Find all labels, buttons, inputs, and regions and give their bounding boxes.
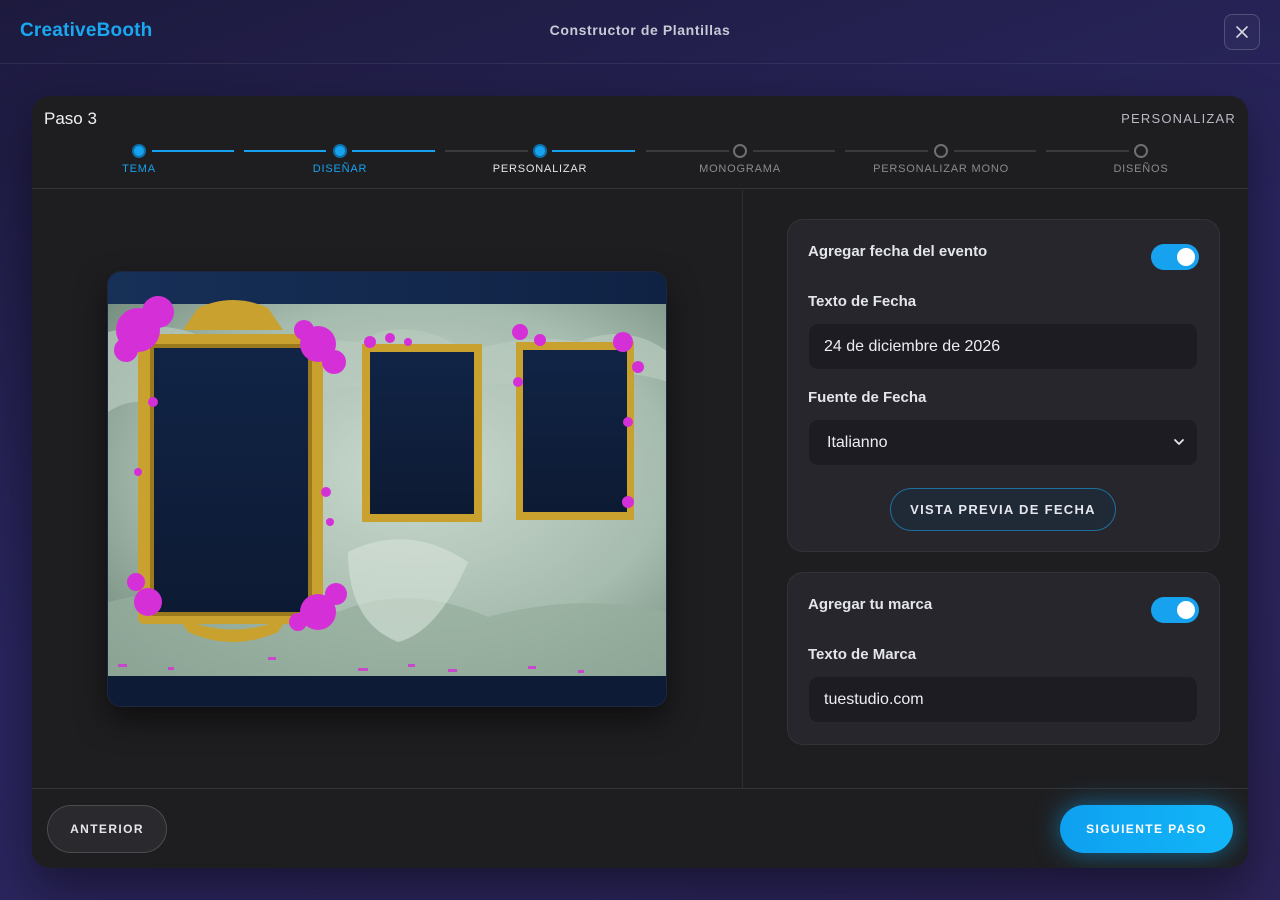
brand-toggle[interactable]: [1151, 597, 1199, 623]
template-builder-panel: Paso 3 PERSONALIZAR TEMA DISEÑAR PERSONA…: [32, 96, 1248, 868]
template-preview-image: [108, 272, 666, 706]
step-label-monograma[interactable]: MONOGRAMA: [640, 163, 840, 175]
step-label-disenos[interactable]: DISEÑOS: [1041, 163, 1241, 175]
stepper-line: [352, 150, 435, 152]
step-label-personalizar[interactable]: PERSONALIZAR: [440, 163, 640, 175]
stepper-line: [954, 150, 1036, 152]
stepper-line: [152, 150, 234, 152]
step-dot-disenar[interactable]: [333, 144, 347, 158]
panel-header: Paso 3 PERSONALIZAR TEMA DISEÑAR PERSONA…: [32, 96, 1248, 189]
top-bar: CreativeBooth Constructor de Plantillas: [0, 0, 1280, 64]
date-toggle[interactable]: [1151, 244, 1199, 270]
step-label-personalizar-mono[interactable]: PERSONALIZAR MONO: [841, 163, 1041, 175]
date-font-label: Fuente de Fecha: [808, 389, 927, 406]
brand-card: Agregar tu marca Texto de Marca: [787, 572, 1220, 745]
stepper-line: [753, 150, 835, 152]
close-button[interactable]: [1224, 14, 1260, 50]
stepper-line: [845, 150, 928, 152]
close-icon: [1236, 26, 1248, 38]
stepper: TEMA DISEÑAR PERSONALIZAR MONOGRAMA PERS…: [32, 96, 1248, 189]
step-dot-personalizar[interactable]: [533, 144, 547, 158]
stepper-line: [244, 150, 326, 152]
step-dot-disenos[interactable]: [1134, 144, 1148, 158]
previous-button[interactable]: ANTERIOR: [47, 805, 167, 853]
step-label-tema[interactable]: TEMA: [39, 163, 239, 175]
brand-card-title: Agregar tu marca: [808, 596, 933, 613]
step-label-disenar[interactable]: DISEÑAR: [240, 163, 440, 175]
brand-text-input[interactable]: [808, 676, 1198, 723]
step-dot-personalizar-mono[interactable]: [934, 144, 948, 158]
toggle-knob: [1177, 248, 1195, 266]
date-preview-button[interactable]: VISTA PREVIA DE FECHA: [890, 488, 1116, 531]
date-font-select[interactable]: Italianno: [808, 419, 1198, 466]
stepper-line: [445, 150, 528, 152]
column-divider: [742, 190, 743, 788]
template-preview: [107, 271, 667, 707]
step-dot-tema[interactable]: [132, 144, 146, 158]
toggle-knob: [1177, 601, 1195, 619]
date-font-value: Italianno: [827, 434, 888, 451]
date-card: Agregar fecha del evento Texto de Fecha …: [787, 219, 1220, 552]
chevron-down-icon: [1174, 439, 1184, 445]
date-text-input[interactable]: [808, 323, 1198, 370]
stepper-line: [646, 150, 729, 152]
footer-divider: [32, 788, 1248, 789]
stepper-line: [552, 150, 635, 152]
brand-text-label: Texto de Marca: [808, 646, 917, 663]
stepper-line: [1046, 150, 1129, 152]
step-dot-monograma[interactable]: [733, 144, 747, 158]
date-text-label: Texto de Fecha: [808, 293, 917, 310]
next-step-button[interactable]: SIGUIENTE PASO: [1060, 805, 1233, 853]
app-title: Constructor de Plantillas: [549, 22, 731, 38]
date-card-title: Agregar fecha del evento: [808, 243, 988, 260]
